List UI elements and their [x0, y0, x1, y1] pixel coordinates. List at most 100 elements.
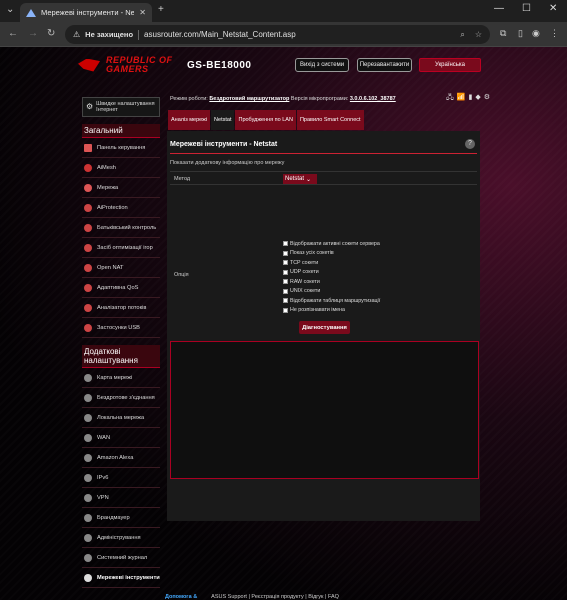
sidebar-toggle-icon[interactable]: ▯	[518, 28, 523, 39]
option-tcp[interactable]: TCP сокети	[283, 258, 380, 268]
sidebar-item-lan[interactable]: Локальна мережа	[82, 408, 160, 428]
sidebar-item-alexa[interactable]: Amazon Alexa	[82, 448, 160, 468]
sidebar-item-administration[interactable]: Адміністрування	[82, 528, 160, 548]
sidebar-item-usb[interactable]: Застосунки USB	[82, 318, 160, 338]
sidebar-item-label: Бездротове з'єднання	[97, 394, 155, 401]
language-select[interactable]: Українська	[419, 58, 481, 72]
method-select[interactable]: Netstat ⌄	[283, 174, 317, 184]
checkbox[interactable]	[283, 250, 288, 256]
tab-search-icon[interactable]: ⌄	[6, 4, 14, 15]
sidebar-item-firewall[interactable]: Брандмауер	[82, 508, 160, 528]
option-listening-sockets[interactable]: Відображати активні сокети сервера	[283, 239, 380, 249]
vpn-icon	[84, 493, 92, 502]
checkbox[interactable]	[283, 298, 288, 304]
option-udp[interactable]: UDP сокети	[283, 268, 380, 278]
sidebar-item-traffic-analyzer[interactable]: Аналізатор потоків	[82, 298, 160, 318]
option-all-sockets[interactable]: Показ усіх сокетів	[283, 249, 380, 259]
checkbox[interactable]	[283, 279, 288, 285]
wireless-icon	[84, 393, 92, 402]
checkbox[interactable]	[283, 241, 288, 247]
wifi-status-icon[interactable]: 📶	[457, 93, 466, 104]
sidebar-item-label: Батьківський контроль	[97, 224, 157, 231]
extensions-icon[interactable]: ⧉	[500, 28, 506, 39]
settings-status-icon[interactable]: ⚙	[484, 93, 490, 104]
url-text[interactable]: asusrouter.com/Main_Netstat_Content.asp	[144, 30, 296, 39]
checkbox[interactable]	[283, 269, 288, 275]
sidebar-item-vpn[interactable]: VPN	[82, 488, 160, 508]
sidebar-item-aiprotection[interactable]: AiProtection	[82, 198, 160, 218]
method-row: Метод Netstat ⌄	[170, 171, 477, 185]
browser-tab[interactable]: Мережеві інструменти - Netst ✕	[20, 3, 152, 22]
sidebar-item-network-tools[interactable]: Мережеві інструменти	[82, 568, 160, 588]
zoom-icon[interactable]: ⌕	[460, 30, 464, 40]
help-support-link[interactable]: Допомога &	[165, 594, 197, 600]
sidebar-item-parental[interactable]: Батьківський контроль	[82, 218, 160, 238]
sidebar-item-label: Мережа	[97, 184, 119, 191]
checkbox[interactable]	[283, 260, 288, 266]
sidebar-item-label: Засіб оптимізації ігор	[97, 244, 153, 251]
option-label: UDP сокети	[290, 269, 319, 276]
footer-links[interactable]: ASUS Support | Реєстрація продукту | Від…	[211, 594, 339, 600]
sidebar-item-label: IPv6	[97, 474, 109, 481]
help-icon[interactable]: ?	[465, 139, 475, 149]
reload-icon[interactable]: ↻	[47, 28, 55, 39]
aimesh-icon	[84, 163, 92, 172]
logout-button[interactable]: Вихід з системи	[295, 58, 349, 72]
omnibox[interactable]: ⚠ Не захищено asusrouter.com/Main_Netsta…	[65, 25, 490, 44]
output-textarea[interactable]	[170, 341, 479, 479]
checkbox[interactable]	[283, 307, 288, 313]
option-numeric[interactable]: Не розпізнавати імена	[283, 306, 380, 316]
option-routing-table[interactable]: Відображати таблиця маршрутизації	[283, 296, 380, 306]
sidebar-item-dashboard[interactable]: Панель керування	[82, 138, 160, 158]
sidebar-item-aimesh[interactable]: AiMesh	[82, 158, 160, 178]
diagnose-button[interactable]: Діагностування	[299, 321, 350, 334]
quick-setup-label: Швидке налаштування Інтернет	[96, 101, 155, 113]
syslog-icon	[84, 553, 92, 562]
sidebar-item-label: Open NAT	[97, 264, 124, 271]
sidebar-item-game-booster[interactable]: Засіб оптимізації ігор	[82, 238, 160, 258]
option-raw[interactable]: RAW сокети	[283, 277, 380, 287]
sidebar-item-syslog[interactable]: Системний журнал	[82, 548, 160, 568]
maximize-icon[interactable]: ☐	[522, 3, 531, 14]
sidebar-item-open-nat[interactable]: Open NAT	[82, 258, 160, 278]
reboot-button[interactable]: Перезавантажити	[357, 58, 412, 72]
checkbox[interactable]	[283, 288, 288, 294]
back-icon[interactable]: ←	[8, 28, 18, 39]
sidebar-item-label: VPN	[97, 494, 109, 501]
usb-status-icon[interactable]: ▮	[469, 93, 473, 104]
option-unix[interactable]: UNIX сокети	[283, 287, 380, 297]
close-tab-icon[interactable]: ✕	[139, 8, 146, 17]
sidebar: ⚙ Швидке налаштування Інтернет Загальний…	[82, 97, 160, 588]
forward-icon[interactable]: →	[28, 28, 38, 39]
method-select-value: Netstat	[285, 176, 305, 182]
sidebar-item-wan[interactable]: WAN	[82, 428, 160, 448]
window-close-icon[interactable]: ✕	[549, 3, 557, 14]
firmware-value[interactable]: 3.0.0.6.102_38787	[350, 96, 396, 102]
site-favicon-icon	[26, 8, 36, 17]
mode-value[interactable]: Бездротовий маршрутизатор	[209, 96, 289, 102]
sidebar-item-label: Локальна мережа	[97, 414, 145, 421]
tab-smart-connect[interactable]: Правило Smart Connect	[296, 110, 364, 130]
sidebar-item-network[interactable]: Мережа	[82, 178, 160, 198]
tab-netstat[interactable]: Netstat	[211, 110, 235, 130]
app-status-icon[interactable]: ◆	[475, 93, 480, 104]
status-bar: Режим роботи: Бездротовий маршрутизатор …	[170, 96, 396, 102]
options-label: Опція	[174, 272, 189, 278]
quick-setup-button[interactable]: ⚙ Швидке налаштування Інтернет	[82, 97, 160, 117]
internet-status-icon[interactable]: 🖧	[446, 93, 454, 104]
menu-kebab-icon[interactable]: ⋮	[550, 28, 559, 39]
minimize-icon[interactable]: —	[494, 3, 504, 14]
option-label: Відображати таблиця маршрутизації	[290, 297, 381, 304]
profile-icon[interactable]: ◉	[532, 28, 540, 39]
tab-wake-on-lan[interactable]: Пробудження по LAN	[235, 110, 296, 130]
tab-network-analysis[interactable]: Аналіз мережі	[168, 110, 211, 130]
sidebar-item-ipv6[interactable]: IPv6	[82, 468, 160, 488]
wizard-icon: ⚙	[86, 102, 94, 111]
sidebar-item-network-map[interactable]: Карта мережі	[82, 368, 160, 388]
new-tab-icon[interactable]: +	[158, 4, 164, 15]
sidebar-item-qos[interactable]: Адаптивна QoS	[82, 278, 160, 298]
bookmark-star-icon[interactable]: ☆	[475, 30, 482, 40]
browser-tab-title: Мережеві інструменти - Netst	[41, 8, 135, 17]
omnibox-divider	[138, 29, 140, 40]
sidebar-item-wireless[interactable]: Бездротове з'єднання	[82, 388, 160, 408]
